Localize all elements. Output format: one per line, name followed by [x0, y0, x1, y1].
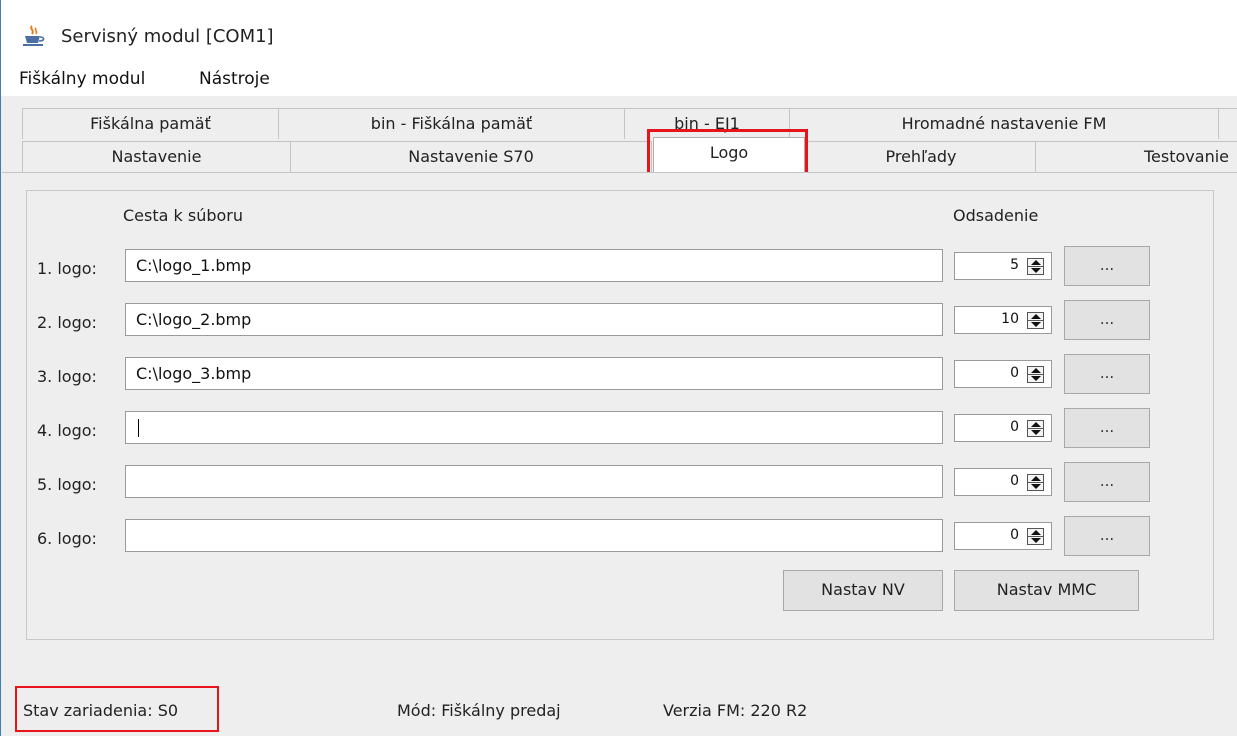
logo-3-label: 3. logo:	[37, 367, 97, 386]
tab-nastavenie-s70[interactable]: Nastavenie S70	[290, 141, 652, 172]
logo-3-offset-value: 0	[1010, 365, 1019, 381]
menu-nastroje[interactable]: Nástroje	[199, 69, 270, 89]
logo-5-offset-spinner[interactable]: 0	[954, 468, 1052, 496]
tab-prehlady[interactable]: Prehľady	[806, 141, 1036, 172]
tab-testovanie[interactable]: Testovanie	[1035, 141, 1237, 172]
tab-row-back: Fiškálna pamäť bin - Fiškálna pamäť bin …	[22, 108, 1237, 139]
tab-fiskalna-pamat[interactable]: Fiškálna pamäť	[22, 108, 279, 139]
fm-version-text: Verzia FM: 220 R2	[663, 701, 808, 720]
logo-1-offset-value: 5	[1010, 257, 1019, 273]
tab-hromadne-nastavenie-fm[interactable]: Hromadné nastavenie FM	[789, 108, 1219, 139]
tab-overflow	[1218, 108, 1237, 139]
logo-2-label: 2. logo:	[37, 313, 97, 332]
logo-5-browse-button[interactable]: ...	[1064, 462, 1150, 502]
text-caret	[138, 419, 139, 437]
spinner-arrows-icon[interactable]	[1027, 420, 1044, 437]
logo-4-browse-button[interactable]: ...	[1064, 408, 1150, 448]
device-state-highlight	[15, 686, 219, 732]
logo-1-browse-button[interactable]: ...	[1064, 246, 1150, 286]
logo-5-label: 5. logo:	[37, 475, 97, 494]
logo-5-offset-value: 0	[1010, 473, 1019, 489]
logo-3-browse-button[interactable]: ...	[1064, 354, 1150, 394]
tab-row-front: Nastavenie Nastavenie S70 Logo Prehľady …	[22, 137, 1237, 173]
logo-3-path-input[interactable]: C:\logo_3.bmp	[125, 357, 943, 390]
logo-2-browse-button[interactable]: ...	[1064, 300, 1150, 340]
tab-bin-fiskalna-pamat[interactable]: bin - Fiškálna pamäť	[278, 108, 625, 139]
logo-4-offset-value: 0	[1010, 419, 1019, 435]
logo-4-path-input[interactable]	[125, 411, 943, 444]
logo-4-label: 4. logo:	[37, 421, 97, 440]
logo-5-path-input[interactable]	[125, 465, 943, 498]
logo-6-path-input[interactable]	[125, 519, 943, 552]
application-window: Servisný modul [COM1] Fiškálny modul Nás…	[0, 0, 1237, 736]
spinner-arrows-icon[interactable]	[1027, 366, 1044, 383]
logo-6-offset-value: 0	[1010, 527, 1019, 543]
logo-2-offset-value: 10	[1001, 311, 1019, 327]
spinner-arrows-icon[interactable]	[1027, 312, 1044, 329]
path-header: Cesta k súboru	[123, 206, 244, 225]
java-cup-icon	[23, 25, 45, 46]
mode-text: Mód: Fiškálny predaj	[397, 701, 561, 720]
spinner-arrows-icon[interactable]	[1027, 528, 1044, 545]
logo-1-offset-spinner[interactable]: 5	[954, 252, 1052, 280]
menu-bar: Fiškálny modul Nástroje	[1, 62, 1237, 96]
title-bar: Servisný modul [COM1]	[1, 0, 1237, 62]
spinner-arrows-icon[interactable]	[1027, 258, 1044, 275]
offset-header: Odsadenie	[953, 206, 1039, 225]
logo-2-offset-spinner[interactable]: 10	[954, 306, 1052, 334]
logo-3-offset-spinner[interactable]: 0	[954, 360, 1052, 388]
logo-6-browse-button[interactable]: ...	[1064, 516, 1150, 556]
logo-6-offset-spinner[interactable]: 0	[954, 522, 1052, 550]
menu-fiskalny-modul[interactable]: Fiškálny modul	[19, 69, 145, 89]
tab-nastavenie[interactable]: Nastavenie	[22, 141, 291, 172]
logo-2-path-input[interactable]: C:\logo_2.bmp	[125, 303, 943, 336]
logo-1-label: 1. logo:	[37, 259, 97, 278]
set-nv-button[interactable]: Nastav NV	[783, 570, 943, 611]
window-title: Servisný modul [COM1]	[61, 26, 274, 47]
logo-1-path-input[interactable]: C:\logo_1.bmp	[125, 249, 943, 282]
logo-6-label: 6. logo:	[37, 529, 97, 548]
logo-4-offset-spinner[interactable]: 0	[954, 414, 1052, 442]
spinner-arrows-icon[interactable]	[1027, 474, 1044, 491]
set-mmc-button[interactable]: Nastav MMC	[954, 570, 1139, 611]
